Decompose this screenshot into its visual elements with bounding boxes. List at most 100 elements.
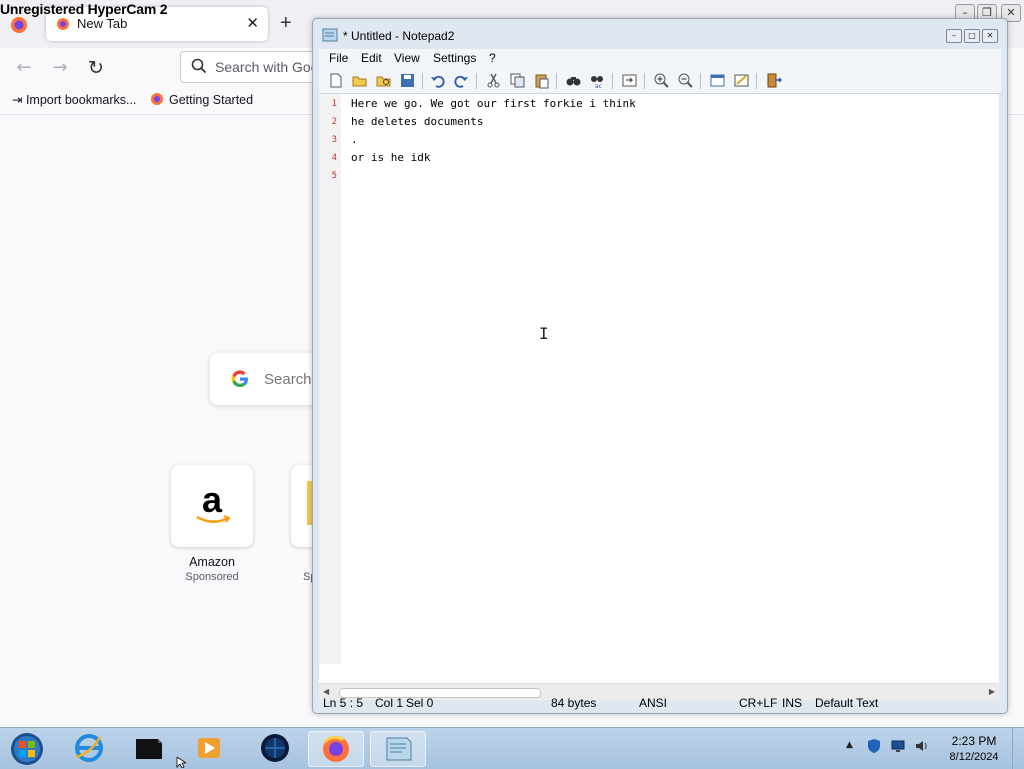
status-insert-mode[interactable]: INS bbox=[782, 696, 802, 710]
globe-app-icon bbox=[261, 734, 289, 762]
zoom-in-icon[interactable] bbox=[653, 72, 670, 89]
toolbar-separator bbox=[476, 73, 477, 89]
editor-text-area[interactable]: 1 Here we go. We got our first forkie i … bbox=[319, 94, 999, 683]
toolbar-separator bbox=[556, 73, 557, 89]
pinned-firefox-tab-icon[interactable] bbox=[8, 14, 30, 36]
tab-title: New Tab bbox=[77, 16, 128, 31]
toolbar-separator bbox=[756, 73, 757, 89]
editor-line: . bbox=[351, 133, 358, 146]
line-number: 3 bbox=[331, 135, 337, 145]
line-number: 4 bbox=[331, 153, 337, 163]
toolbar-separator bbox=[644, 73, 645, 89]
shortcut-label: Amazon bbox=[189, 555, 235, 569]
editor-line: Here we go. We got our first forkie i th… bbox=[351, 97, 636, 110]
line-number: 1 bbox=[331, 99, 337, 109]
status-bar: Ln 5 : 5 Col 1 Sel 0 84 bytes ANSI CR+LF… bbox=[319, 696, 1001, 712]
exit-icon[interactable] bbox=[765, 72, 782, 89]
bookmark-import[interactable]: ⇥ Import bookmarks... bbox=[12, 92, 136, 107]
taskbar-terminal-app[interactable] bbox=[122, 731, 176, 765]
firefox-icon bbox=[323, 736, 349, 762]
line-number: 5 bbox=[331, 171, 337, 181]
shortcut-sponsored-label: Sponsored bbox=[185, 571, 239, 583]
zoom-out-icon[interactable] bbox=[677, 72, 694, 89]
new-tab-button[interactable]: + bbox=[280, 12, 292, 35]
menu-settings[interactable]: Settings bbox=[433, 51, 476, 65]
replace-icon[interactable]: ac bbox=[589, 72, 606, 89]
show-desktop-button[interactable] bbox=[1012, 728, 1024, 769]
cut-icon[interactable] bbox=[485, 72, 502, 89]
status-selection: Sel 0 bbox=[406, 696, 434, 710]
redo-icon[interactable] bbox=[453, 72, 470, 89]
undo-icon[interactable] bbox=[429, 72, 446, 89]
paste-icon[interactable] bbox=[533, 72, 550, 89]
taskbar-notepad2[interactable] bbox=[370, 731, 426, 767]
firefox-icon bbox=[151, 93, 163, 105]
toolbar-separator bbox=[422, 73, 423, 89]
text-cursor-icon: I bbox=[539, 324, 549, 343]
reload-icon[interactable]: ↻ bbox=[84, 56, 108, 80]
svg-text:ac: ac bbox=[595, 83, 602, 89]
start-orb-icon[interactable] bbox=[4, 731, 50, 767]
black-box-icon bbox=[136, 739, 162, 759]
google-search-placeholder: Search bbox=[264, 371, 312, 388]
network-icon[interactable] bbox=[890, 738, 906, 754]
line-number: 2 bbox=[331, 117, 337, 127]
taskbar-internet-explorer[interactable] bbox=[62, 731, 116, 765]
taskbar-media-player[interactable] bbox=[182, 731, 236, 765]
taskbar-globe-app[interactable] bbox=[248, 731, 302, 765]
clock-date[interactable]: 8/12/2024 bbox=[944, 751, 1004, 763]
scrollbar-thumb[interactable] bbox=[339, 688, 541, 698]
close-tab-icon[interactable]: ✕ bbox=[246, 14, 259, 32]
menu-bar: File Edit View Settings ? bbox=[319, 49, 1001, 69]
menu-file[interactable]: File bbox=[329, 51, 348, 65]
clock-time[interactable]: 2:23 PM bbox=[944, 734, 1004, 748]
status-column: Col 1 bbox=[375, 696, 404, 710]
toolbar-separator bbox=[612, 73, 613, 89]
notepad-icon bbox=[386, 737, 412, 761]
status-encoding[interactable]: ANSI bbox=[639, 696, 667, 710]
save-icon[interactable] bbox=[399, 72, 416, 89]
import-icon: ⇥ bbox=[12, 93, 26, 107]
volume-icon[interactable] bbox=[914, 738, 930, 754]
close-icon[interactable]: ✕ bbox=[982, 29, 998, 43]
find-icon[interactable] bbox=[565, 72, 582, 89]
window-title: * Untitled - Notepad2 bbox=[343, 29, 455, 43]
amazon-smile-icon bbox=[196, 515, 231, 523]
menu-edit[interactable]: Edit bbox=[361, 51, 382, 65]
recorder-watermark: Unregistered HyperCam 2 bbox=[0, 1, 168, 17]
status-line-endings[interactable]: CR+LF bbox=[739, 696, 777, 710]
menu-help[interactable]: ? bbox=[489, 51, 496, 65]
scheme-icon[interactable] bbox=[709, 72, 726, 89]
shortcut-tile-amazon[interactable]: a bbox=[171, 465, 253, 547]
security-shield-icon[interactable] bbox=[866, 738, 882, 754]
maximize-icon[interactable]: □ bbox=[964, 29, 980, 43]
open-folder-icon[interactable] bbox=[351, 72, 368, 89]
editor-line: or is he idk bbox=[351, 151, 431, 164]
menu-view[interactable]: View bbox=[394, 51, 420, 65]
word-wrap-icon[interactable] bbox=[621, 72, 638, 89]
minimize-icon[interactable]: – bbox=[946, 29, 962, 43]
forward-arrow-icon[interactable]: → bbox=[48, 56, 72, 80]
copy-icon[interactable] bbox=[509, 72, 526, 89]
customize-scheme-icon[interactable] bbox=[733, 72, 750, 89]
show-hidden-icons-icon[interactable]: ▲ bbox=[846, 740, 853, 750]
status-scheme[interactable]: Default Text bbox=[815, 696, 878, 710]
google-logo-icon bbox=[231, 370, 248, 388]
browse-icon[interactable] bbox=[375, 72, 392, 89]
search-icon bbox=[191, 58, 207, 74]
scroll-left-icon[interactable]: ◀ bbox=[323, 687, 329, 696]
bookmark-getting-started[interactable]: Getting Started bbox=[150, 92, 253, 107]
notepad-title-bar[interactable]: * Untitled - Notepad2 – □ ✕ bbox=[313, 19, 1007, 49]
windows-taskbar: ▲ 2:23 PM 8/12/2024 bbox=[0, 727, 1024, 769]
status-file-size: 84 bytes bbox=[551, 696, 597, 710]
back-arrow-icon[interactable]: ← bbox=[12, 56, 36, 80]
notepad2-window: * Untitled - Notepad2 – □ ✕ File Edit View… bbox=[312, 18, 1008, 714]
status-position: Ln 5 : 5 bbox=[323, 696, 364, 710]
scroll-right-icon[interactable]: ▶ bbox=[989, 687, 995, 696]
taskbar-firefox[interactable] bbox=[308, 731, 364, 767]
toolbar-separator bbox=[700, 73, 701, 89]
editor-line: he deletes documents bbox=[351, 115, 484, 128]
new-file-icon[interactable] bbox=[327, 72, 344, 89]
notepad-icon bbox=[322, 28, 338, 42]
media-player-icon bbox=[198, 738, 220, 758]
